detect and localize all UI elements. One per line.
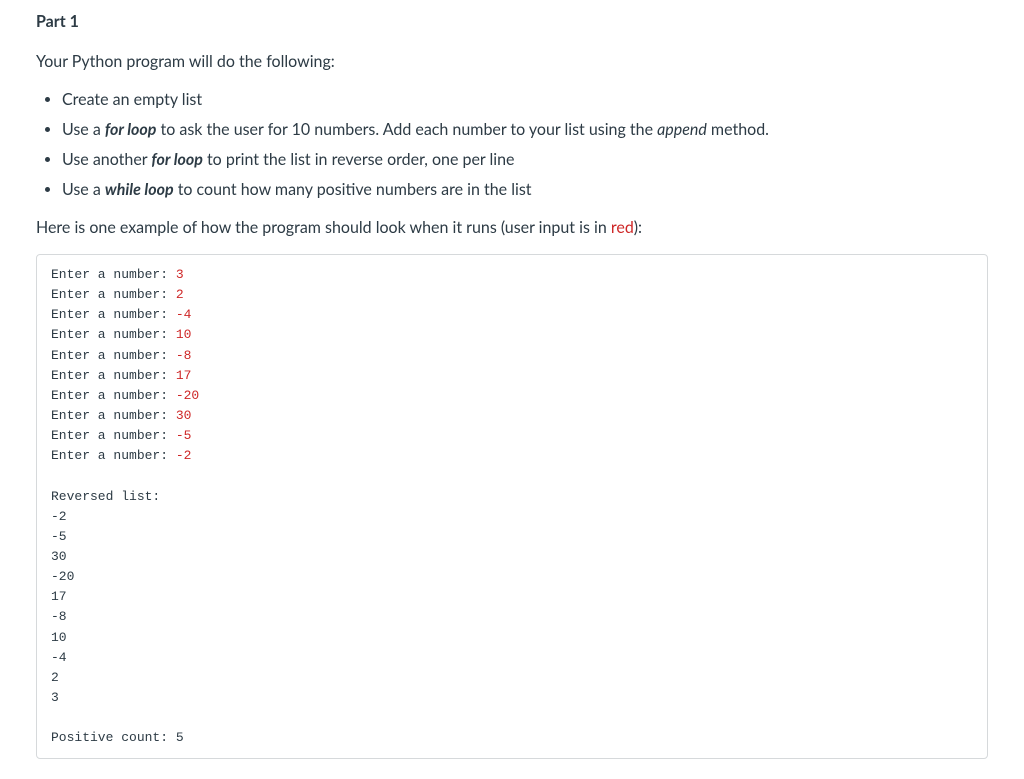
requirement-text: to print the list in reverse order, one …	[203, 150, 515, 169]
user-input: -2	[176, 448, 192, 463]
requirement-text: Use another	[62, 150, 151, 169]
requirements-list: Create an empty list Use a for loop to a…	[36, 88, 988, 202]
intro-text: Your Python program will do the followin…	[36, 50, 988, 74]
user-input: 17	[176, 368, 192, 383]
example-intro-text: ):	[634, 218, 642, 237]
requirement-text: method.	[707, 120, 769, 139]
while-loop-keyword: while loop	[105, 180, 174, 199]
requirement-text: Use a	[62, 180, 105, 199]
requirement-text: Use a	[62, 120, 105, 139]
append-keyword: append	[657, 120, 707, 139]
user-input: -5	[176, 428, 192, 443]
user-input: -20	[176, 388, 199, 403]
for-loop-keyword: for loop	[151, 150, 203, 169]
requirement-text: to ask the user for 10 numbers. Add each…	[156, 120, 657, 139]
example-intro-text: Here is one example of how the program s…	[36, 218, 611, 237]
requirement-text: to count how many positive numbers are i…	[174, 180, 532, 199]
red-word: red	[611, 218, 634, 237]
part-title: Part 1	[36, 10, 988, 34]
requirement-item: Use a while loop to count how many posit…	[62, 178, 988, 202]
requirement-item: Use another for loop to print the list i…	[62, 148, 988, 172]
for-loop-keyword: for loop	[105, 120, 157, 139]
requirement-item: Create an empty list	[62, 88, 988, 112]
user-input: 2	[176, 287, 184, 302]
example-intro: Here is one example of how the program s…	[36, 216, 988, 240]
user-input: -4	[176, 307, 192, 322]
user-input: 10	[176, 327, 192, 342]
user-input: -8	[176, 348, 192, 363]
requirement-item: Use a for loop to ask the user for 10 nu…	[62, 118, 988, 142]
console-output: Enter a number: 3 Enter a number: 2 Ente…	[36, 254, 988, 759]
user-input: 30	[176, 408, 192, 423]
requirement-text: Create an empty list	[62, 90, 202, 109]
user-input: 3	[176, 267, 184, 282]
